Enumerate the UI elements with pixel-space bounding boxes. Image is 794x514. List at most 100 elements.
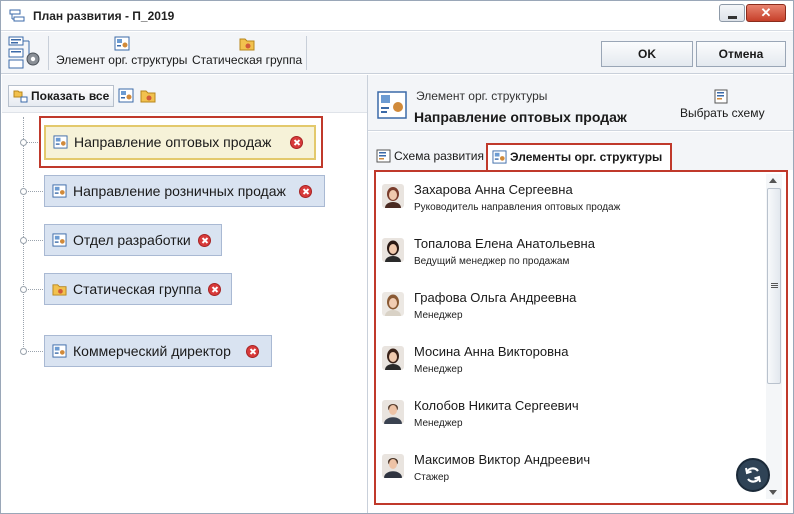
minimize-icon	[728, 16, 737, 19]
ok-button[interactable]: OK	[601, 41, 693, 67]
person-role: Ведущий менеджер по продажам	[414, 256, 570, 267]
tree-node-wholesale[interactable]: Направление оптовых продаж	[44, 125, 316, 160]
close-button[interactable]: ✕	[746, 4, 786, 22]
tab-org-elements[interactable]: Элементы орг. структуры	[486, 143, 673, 171]
tree-node-dot	[20, 237, 27, 244]
org-element-icon	[114, 36, 130, 51]
person-role: Менеджер	[414, 364, 463, 375]
plan-window: План развития - П_2019 ✕ Элемент орг. ст…	[0, 0, 794, 514]
person-name: Топалова Елена Анатольевна	[414, 236, 595, 251]
close-icon: ✕	[760, 5, 772, 20]
tree-node-dev-dept[interactable]: Отдел разработки	[44, 224, 222, 256]
choose-scheme-button[interactable]: Выбрать схему	[680, 89, 765, 120]
details-caption: Элемент орг. структуры	[416, 89, 548, 103]
person-name: Максимов Виктор Андреевич	[414, 452, 591, 467]
tree-connector	[23, 117, 24, 353]
toolbar: Элемент орг. структуры Статическая групп…	[1, 32, 793, 74]
title-bar: План развития - П_2019 ✕	[1, 1, 793, 31]
tree-view-icon	[13, 90, 28, 103]
avatar	[382, 238, 404, 262]
tree-node-label: Отдел разработки	[73, 232, 191, 248]
details-pane: Элемент орг. структуры Направление оптов…	[368, 75, 793, 513]
org-element-large-icon	[377, 91, 407, 119]
scheme-icon	[714, 89, 728, 104]
person-role: Стажер	[414, 472, 450, 483]
show-all-label: Показать все	[31, 89, 110, 103]
tree-node-label: Коммерческий директор	[73, 343, 231, 359]
list-item[interactable]: Топалова Елена Анатольевна Ведущий менед…	[382, 230, 762, 280]
tree-node-static-group[interactable]: Статическая группа	[44, 273, 232, 305]
org-element-icon	[53, 135, 68, 149]
tree-node-label: Направление оптовых продаж	[74, 134, 272, 150]
refresh-button[interactable]	[736, 458, 770, 492]
remove-icon[interactable]	[299, 185, 312, 198]
grip-icon	[771, 283, 778, 288]
add-static-group-button[interactable]: Статическая группа	[192, 36, 302, 67]
tree-node-dot	[20, 286, 27, 293]
org-element-icon	[52, 344, 67, 358]
remove-icon[interactable]	[208, 283, 221, 296]
add-static-group-label: Статическая группа	[192, 53, 303, 67]
folder-group-icon	[239, 38, 255, 51]
avatar	[382, 292, 404, 316]
minimize-button[interactable]	[719, 4, 745, 22]
tree-node-label: Направление розничных продаж	[73, 183, 286, 199]
avatar	[382, 346, 404, 370]
tab-strip: Схема развития Элементы орг. структуры	[368, 132, 793, 171]
org-element-filter-icon[interactable]	[118, 88, 134, 103]
person-role: Руководитель направления оптовых продаж	[414, 202, 621, 213]
cancel-button[interactable]: Отмена	[696, 41, 786, 67]
remove-icon[interactable]	[246, 345, 259, 358]
tab-development-scheme[interactable]: Схема развития	[372, 144, 492, 170]
avatar	[382, 184, 404, 208]
window-title: План развития - П_2019	[33, 9, 175, 23]
person-name: Мосина Анна Викторовна	[414, 344, 569, 359]
person-role: Менеджер	[414, 310, 463, 321]
remove-icon[interactable]	[290, 136, 303, 149]
app-icon	[9, 9, 25, 22]
list-item[interactable]: Максимов Виктор Андреевич Стажер	[382, 446, 762, 496]
folder-group-icon	[52, 284, 67, 296]
person-role: Менеджер	[414, 418, 463, 429]
org-element-icon	[52, 233, 67, 247]
tree-pane: Показать все Направление оптовых продаж …	[2, 75, 367, 513]
toolbar-separator	[306, 36, 307, 70]
tree-node-dot	[20, 188, 27, 195]
list-item[interactable]: Мосина Анна Викторовна Менеджер	[382, 338, 762, 388]
remove-icon[interactable]	[198, 234, 211, 247]
list-item[interactable]: Колобов Никита Сергеевич Менеджер	[382, 392, 762, 442]
tree-node-commercial-director[interactable]: Коммерческий директор	[44, 335, 272, 367]
tab-label: Элементы орг. структуры	[510, 150, 663, 164]
scroll-thumb[interactable]	[767, 188, 781, 384]
vertical-scrollbar[interactable]	[766, 174, 782, 499]
scheme-icon	[376, 149, 391, 163]
tree-toolbar: Показать все	[2, 75, 367, 113]
person-name: Графова Ольга Андреевна	[414, 290, 577, 305]
scroll-up-icon[interactable]	[769, 178, 777, 183]
add-org-element-label: Элемент орг. структуры	[56, 53, 188, 67]
list-item[interactable]: Захарова Анна Сергеевна Руководитель нап…	[382, 176, 762, 226]
org-element-icon	[52, 184, 67, 198]
person-name: Захарова Анна Сергеевна	[414, 182, 573, 197]
toolbar-separator	[48, 36, 49, 70]
tree-node-dot	[20, 348, 27, 355]
org-structure-icon	[8, 36, 40, 69]
choose-scheme-label: Выбрать схему	[680, 106, 765, 120]
tab-label: Схема развития	[394, 149, 484, 163]
people-list: Захарова Анна Сергеевна Руководитель нап…	[374, 170, 788, 505]
scroll-down-icon[interactable]	[769, 490, 777, 495]
add-org-element-button[interactable]: Элемент орг. структуры	[56, 36, 187, 67]
show-all-button[interactable]: Показать все	[8, 85, 115, 107]
details-name: Направление оптовых продаж	[414, 109, 627, 125]
tree-node-label: Статическая группа	[73, 281, 202, 297]
avatar	[382, 400, 404, 424]
refresh-icon	[745, 467, 761, 483]
list-item[interactable]: Графова Ольга Андреевна Менеджер	[382, 284, 762, 334]
static-group-filter-icon[interactable]	[140, 88, 156, 103]
org-element-icon	[492, 150, 507, 164]
person-name: Колобов Никита Сергеевич	[414, 398, 579, 413]
tree-node-retail[interactable]: Направление розничных продаж	[44, 175, 325, 207]
details-header: Элемент орг. структуры Направление оптов…	[368, 75, 793, 131]
avatar	[382, 454, 404, 478]
tree-node-dot	[20, 139, 27, 146]
